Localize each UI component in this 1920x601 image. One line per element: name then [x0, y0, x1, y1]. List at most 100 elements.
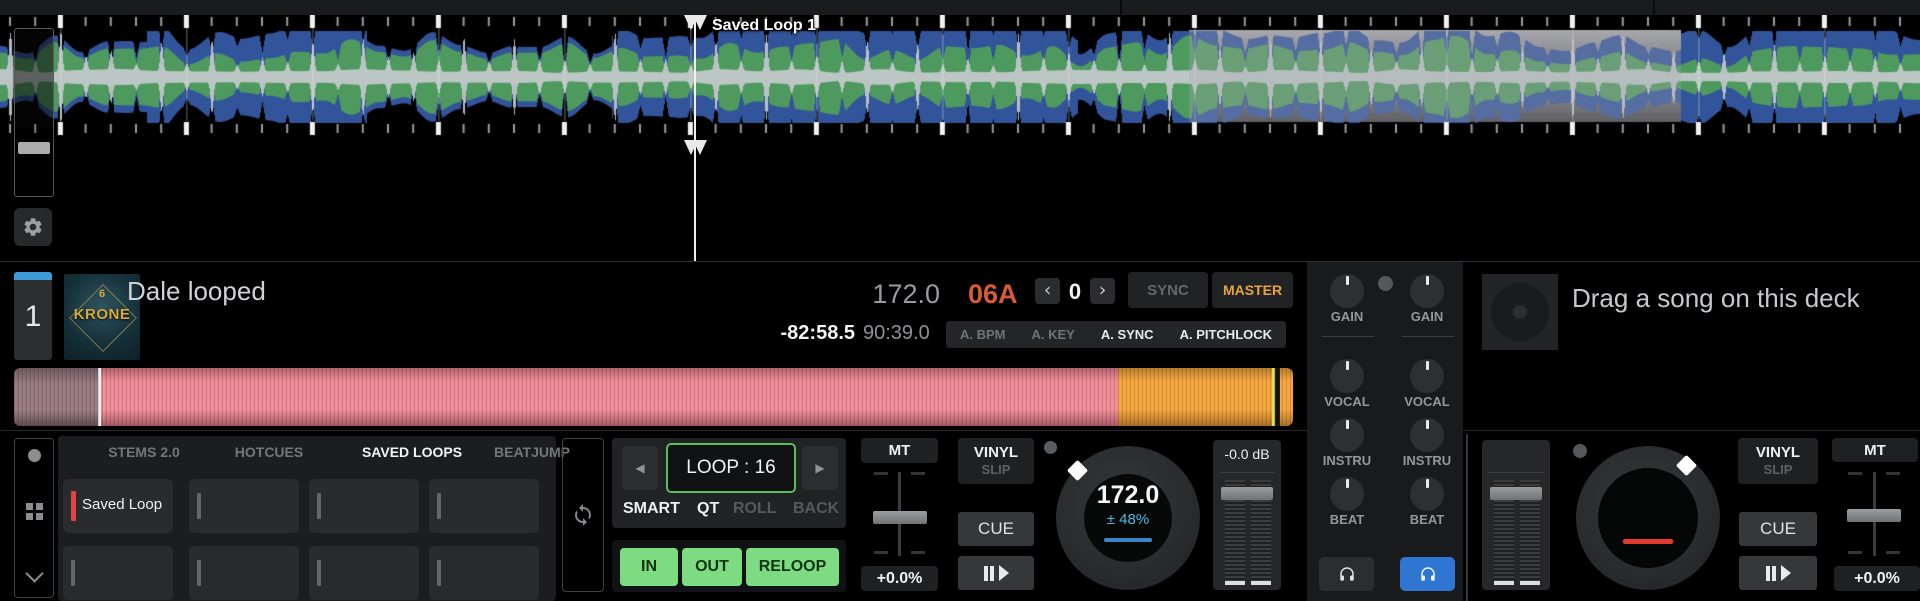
vinyl-slip-button[interactable]: VINYL SLIP — [958, 438, 1034, 484]
cue-button-deck2[interactable]: CUE — [1739, 512, 1817, 546]
jog-wheel-center-deck2[interactable] — [1598, 468, 1698, 568]
volume-fader-handle[interactable] — [1490, 487, 1542, 500]
pitch-fader-handle-deck2[interactable] — [1847, 509, 1901, 522]
controls-divider — [1463, 430, 1920, 431]
pad-empty[interactable] — [189, 546, 299, 600]
jog-bpm: 172.0 — [1096, 481, 1160, 509]
volume-track-cap — [1494, 581, 1514, 585]
cue-button[interactable]: CUE — [958, 512, 1034, 546]
pitch-tick — [1848, 551, 1862, 554]
gear-icon — [22, 216, 44, 238]
loop-start-marker-lower[interactable] — [684, 140, 707, 155]
gain-knob-ch1[interactable] — [1330, 274, 1364, 308]
vinyl-record-center — [1513, 305, 1527, 319]
volume-track-cap — [1225, 581, 1245, 585]
loop-double-button[interactable]: ▶ — [802, 446, 838, 490]
pad-empty[interactable] — [189, 479, 299, 533]
loop-start-marker[interactable] — [684, 15, 707, 30]
pad-empty[interactable] — [309, 546, 419, 600]
waveform-canvas[interactable] — [0, 15, 1920, 261]
pad-empty[interactable] — [309, 479, 419, 533]
pad-empty[interactable] — [429, 479, 539, 533]
mt-toggle[interactable]: MT — [861, 438, 938, 463]
headphones-icon — [1419, 565, 1437, 583]
sync-button[interactable]: SYNC — [1128, 272, 1208, 308]
gain-knob-ch2[interactable] — [1410, 274, 1444, 308]
toolbar-divider — [1653, 0, 1655, 15]
loop-mode-qt[interactable]: QT — [697, 500, 719, 518]
beat-knob-ch1[interactable] — [1330, 477, 1364, 511]
slip-label: SLIP — [1763, 462, 1793, 478]
vinyl-slip-button-deck2[interactable]: VINYL SLIP — [1738, 438, 1818, 484]
loop-out-button[interactable]: OUT — [682, 548, 742, 586]
auto-settings-bar: A. BPM A. KEY A. SYNC A. PITCHLOCK — [946, 321, 1287, 348]
zoom-slider-handle[interactable] — [18, 142, 50, 154]
deck-number: 1 — [24, 300, 42, 333]
headphone-cue-ch1[interactable] — [1319, 557, 1374, 591]
instru-knob-ch2[interactable] — [1410, 418, 1444, 452]
pad-empty[interactable] — [63, 546, 173, 600]
dj-app: Saved Loop 1 1 6 KRONE Dale looped 172.0… — [0, 0, 1920, 601]
beat-label: BEAT — [1329, 512, 1365, 527]
vinyl-label: VINYL — [973, 443, 1019, 461]
volume-fader-panel: -0.0 dB — [1213, 440, 1281, 590]
track-overview-strip[interactable] — [14, 368, 1293, 426]
chevron-down-icon[interactable] — [25, 564, 44, 583]
vocal-label: VOCAL — [1404, 394, 1450, 409]
loop-sync-icon[interactable] — [571, 503, 595, 527]
instru-label: INSTRU — [1322, 453, 1372, 468]
auto-pitchlock-button[interactable]: A. PITCHLOCK — [1180, 327, 1272, 342]
pad-empty[interactable] — [429, 546, 539, 600]
tab-hotcues[interactable]: HOTCUES — [235, 444, 303, 460]
section-divider — [0, 261, 1920, 262]
pad-saved-loop-1[interactable]: Saved Loop — [63, 479, 173, 533]
loop-halve-button[interactable]: ◀ — [622, 446, 658, 490]
pitch-value-deck2: +0.0% — [1834, 566, 1920, 591]
record-icon[interactable] — [28, 449, 41, 462]
tab-beatjump[interactable]: BEATJUMP — [494, 444, 570, 460]
fader-divider — [1488, 472, 1544, 473]
key-shift-down-button[interactable]: ‹ — [1035, 278, 1060, 304]
tab-saved-loops[interactable]: SAVED LOOPS — [362, 444, 462, 460]
loop-in-button[interactable]: IN — [620, 548, 678, 586]
jog-underline — [1104, 538, 1152, 542]
key-shift-up-button[interactable]: › — [1090, 278, 1115, 304]
volume-fader-handle[interactable] — [1221, 487, 1273, 500]
top-toolbar — [0, 0, 1920, 15]
pad-marker — [197, 560, 201, 586]
waveform-zoom-slider[interactable] — [14, 28, 54, 197]
vocal-knob-ch1[interactable] — [1330, 359, 1364, 393]
settings-button[interactable] — [14, 208, 52, 246]
slip-label: SLIP — [981, 462, 1011, 478]
mt-toggle-deck2[interactable]: MT — [1832, 438, 1918, 462]
loop-mode-smart[interactable]: SMART — [623, 500, 680, 518]
beat-knob-ch2[interactable] — [1410, 477, 1444, 511]
auto-key-button[interactable]: A. KEY — [1032, 327, 1075, 342]
loop-mode-back[interactable]: BACK — [793, 500, 839, 518]
jog-empty-indicator — [1623, 539, 1673, 544]
mixer-divider — [1402, 336, 1454, 337]
master-button[interactable]: MASTER — [1212, 272, 1293, 308]
reloop-button[interactable]: RELOOP — [746, 548, 839, 586]
chevron-left-icon: ‹ — [1043, 279, 1052, 301]
saved-loop-label: Saved Loop 1 — [712, 17, 817, 34]
auto-bpm-button[interactable]: A. BPM — [960, 327, 1006, 342]
pitch-fader-handle[interactable] — [873, 511, 927, 524]
pause-play-button-deck2[interactable] — [1739, 556, 1817, 590]
auto-sync-button[interactable]: A. SYNC — [1101, 327, 1154, 342]
instru-knob-ch1[interactable] — [1330, 418, 1364, 452]
loop-inout-panel: IN OUT RELOOP — [612, 540, 846, 592]
pause-play-icon — [1765, 565, 1791, 581]
playhead-line — [694, 15, 696, 261]
loop-length-display[interactable]: LOOP : 16 — [666, 443, 796, 493]
pause-play-button[interactable] — [958, 556, 1034, 590]
headphone-cue-ch2[interactable] — [1400, 557, 1455, 591]
chevron-right-icon: › — [1098, 279, 1107, 301]
pads-grid-icon[interactable] — [26, 503, 43, 520]
fader-divider — [1219, 472, 1275, 473]
loop-mode-roll[interactable]: ROLL — [733, 500, 777, 518]
vocal-knob-ch2[interactable] — [1410, 359, 1444, 393]
tab-stems[interactable]: STEMS 2.0 — [108, 444, 180, 460]
pitch-tick — [1886, 472, 1900, 475]
pad-marker — [437, 493, 441, 519]
